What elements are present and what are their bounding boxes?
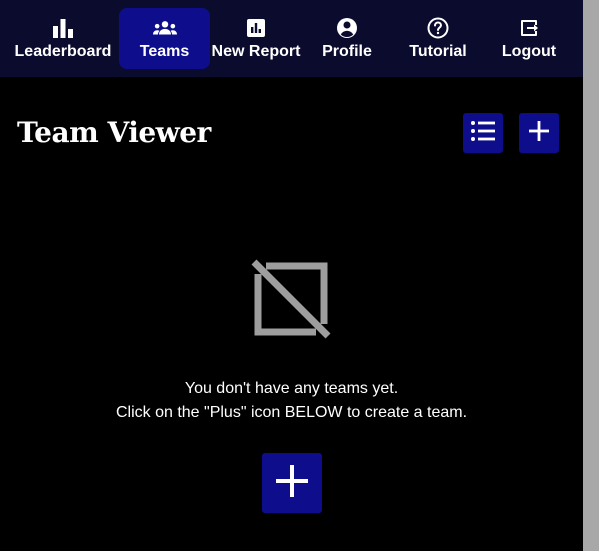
nav-label-new-report: New Report [211,42,301,60]
account-circle-icon [335,16,359,40]
empty-state-message-line1: You don't have any teams yet. [184,380,399,397]
scrollbar-thumb[interactable] [583,0,599,551]
page-title: Team Viewer [17,116,211,149]
logout-icon [517,16,541,40]
add-team-header-button[interactable] [519,113,559,153]
nav-item-leaderboard[interactable]: Leaderboard [14,8,112,69]
list-icon [470,120,496,147]
nav-item-new-report[interactable]: New Report [210,8,302,69]
nav-label-leaderboard: Leaderboard [14,42,112,60]
create-team-button[interactable] [262,453,322,513]
nav-label-teams: Teams [139,42,190,60]
groups-icon [152,16,177,40]
plus-icon [529,120,549,146]
nav-label-profile: Profile [322,42,372,60]
nav-item-teams[interactable]: Teams [119,8,210,69]
report-icon [244,16,268,40]
nav-label-tutorial: Tutorial [409,42,467,60]
nav-item-profile[interactable]: Profile [310,8,384,69]
plus-icon [276,464,308,502]
nav-item-tutorial[interactable]: Tutorial [400,8,476,69]
nav-label-logout: Logout [501,42,557,60]
vertical-scrollbar[interactable] [583,0,599,551]
nav-item-logout[interactable]: Logout [492,8,566,69]
no-image-icon [250,258,332,340]
empty-state-message-line2: Click on the "Plus" icon BELOW to create… [115,404,468,421]
app-viewport: Leaderboard Teams New Report Profile Tut… [0,0,599,551]
help-circle-icon [426,16,450,40]
bar-chart-icon [51,16,75,40]
top-navbar: Leaderboard Teams New Report Profile Tut… [0,0,583,77]
list-view-button[interactable] [463,113,503,153]
